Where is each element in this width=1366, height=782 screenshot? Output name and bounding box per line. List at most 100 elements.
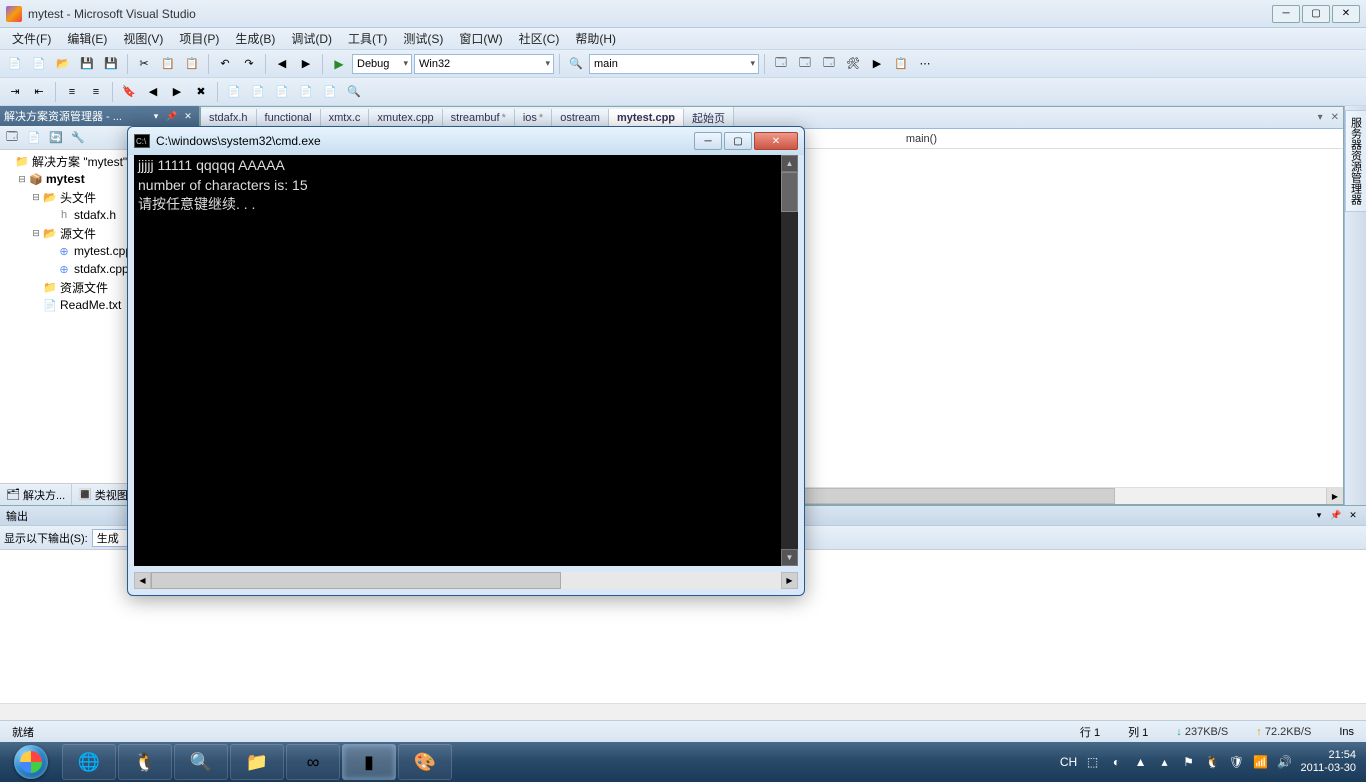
comment-button[interactable]: ≡ (61, 81, 83, 103)
tab-solution-explorer[interactable]: 🗂解决方... (0, 484, 72, 505)
tb2-icon-6[interactable]: 🔍 (343, 81, 365, 103)
menu-file[interactable]: 文件(F) (4, 28, 59, 49)
tray-clock[interactable]: 21:54 2011-03-30 (1301, 749, 1356, 775)
find-dropdown[interactable]: main (589, 54, 759, 74)
cut-button[interactable]: ✂ (133, 53, 155, 75)
tab-functional[interactable]: functional (257, 109, 321, 127)
bookmark-prev-button[interactable]: ◀ (142, 81, 164, 103)
se-tb-refresh[interactable]: 🔄 (46, 128, 66, 148)
panel-close-icon[interactable]: ✕ (181, 109, 195, 123)
bookmark-button[interactable]: 🔖 (118, 81, 140, 103)
scroll-up-icon[interactable]: ▲ (781, 155, 798, 172)
new-project-button[interactable]: 📄 (4, 53, 26, 75)
tb2-icon-2[interactable]: 📄 (247, 81, 269, 103)
tab-server-explorer[interactable]: 服务器资源管理器 (1345, 110, 1366, 212)
output-dropdown-icon[interactable]: ▾ (1312, 509, 1326, 523)
se-tb-2[interactable]: 📄 (24, 128, 44, 148)
tb-icon-1[interactable]: 🗔 (770, 53, 792, 75)
cmd-minimize-button[interactable]: ─ (694, 132, 722, 150)
tab-mytest-cpp[interactable]: mytest.cpp (609, 109, 684, 128)
tb2-icon-4[interactable]: 📄 (295, 81, 317, 103)
tb-icon-6[interactable]: 📋 (890, 53, 912, 75)
copy-button[interactable]: 📋 (157, 53, 179, 75)
tb-icon-5[interactable]: ▶ (866, 53, 888, 75)
tab-xmutex-cpp[interactable]: xmutex.cpp (369, 109, 442, 127)
taskbar-explorer-button[interactable]: 🔍 (174, 744, 228, 780)
tab-streambuf[interactable]: streambuf* (443, 109, 515, 127)
se-tb-properties[interactable]: 🔧 (68, 128, 88, 148)
add-item-button[interactable]: 📄 (28, 53, 50, 75)
tab-xmtx-c[interactable]: xmtx.c (321, 109, 370, 127)
panel-pin-icon[interactable]: 📌 (165, 109, 179, 123)
indent-button[interactable]: ⇥ (4, 81, 26, 103)
scrollbar-thumb[interactable] (151, 572, 561, 589)
output-close-icon[interactable]: ✕ (1346, 509, 1360, 523)
bookmark-clear-button[interactable]: ✖ (190, 81, 212, 103)
outdent-button[interactable]: ⇤ (28, 81, 50, 103)
tab-ostream[interactable]: ostream (552, 109, 609, 127)
tb-icon-2[interactable]: 🗔 (794, 53, 816, 75)
scroll-down-icon[interactable]: ▼ (781, 549, 798, 566)
cmd-titlebar[interactable]: C:\ C:\windows\system32\cmd.exe ─ ▢ ✕ (128, 127, 804, 155)
tb-icon-3[interactable]: 🗔 (818, 53, 840, 75)
close-button[interactable]: ✕ (1332, 5, 1360, 23)
tb2-icon-5[interactable]: 📄 (319, 81, 341, 103)
tb2-icon-3[interactable]: 📄 (271, 81, 293, 103)
scroll-right-icon[interactable]: ▶ (781, 572, 798, 589)
menu-project[interactable]: 项目(P) (171, 28, 227, 49)
platform-dropdown[interactable]: Win32 (414, 54, 554, 74)
find-icon[interactable]: 🔍 (565, 53, 587, 75)
tb-icon-7[interactable]: ⋯ (914, 53, 936, 75)
open-button[interactable]: 📂 (52, 53, 74, 75)
minimize-button[interactable]: ─ (1272, 5, 1300, 23)
cmd-close-button[interactable]: ✕ (754, 132, 798, 150)
menu-test[interactable]: 测试(S) (395, 28, 451, 49)
redo-button[interactable]: ↷ (238, 53, 260, 75)
menu-build[interactable]: 生成(B) (227, 28, 283, 49)
taskbar-vs-button[interactable]: ∞ (286, 744, 340, 780)
menu-view[interactable]: 视图(V) (115, 28, 171, 49)
cmd-vscrollbar[interactable]: ▲ ▼ (781, 155, 798, 566)
output-hscrollbar[interactable] (0, 703, 1366, 720)
menu-tools[interactable]: 工具(T) (340, 28, 395, 49)
panel-dropdown-icon[interactable]: ▾ (149, 109, 163, 123)
maximize-button[interactable]: ▢ (1302, 5, 1330, 23)
start-debug-button[interactable]: ▶ (328, 53, 350, 75)
config-dropdown[interactable]: Debug (352, 54, 412, 74)
tab-dropdown-icon[interactable]: ▾ (1314, 112, 1327, 123)
start-button[interactable] (4, 744, 58, 780)
save-button[interactable]: 💾 (76, 53, 98, 75)
taskbar-folder-button[interactable]: 📁 (230, 744, 284, 780)
cmd-maximize-button[interactable]: ▢ (724, 132, 752, 150)
taskbar-paint-button[interactable]: 🎨 (398, 744, 452, 780)
tab-ios[interactable]: ios* (515, 109, 552, 127)
scroll-left-icon[interactable]: ◀ (134, 572, 151, 589)
cmd-window[interactable]: C:\ C:\windows\system32\cmd.exe ─ ▢ ✕ jj… (127, 126, 805, 596)
uncomment-button[interactable]: ≡ (85, 81, 107, 103)
tab-close-icon[interactable]: ✕ (1327, 112, 1343, 123)
taskbar-cmd-button[interactable]: ▮ (342, 744, 396, 780)
menu-community[interactable]: 社区(C) (511, 28, 568, 49)
nav-fwd-button[interactable]: ▶ (295, 53, 317, 75)
tb2-icon-1[interactable]: 📄 (223, 81, 245, 103)
bookmark-next-button[interactable]: ▶ (166, 81, 188, 103)
se-tb-1[interactable]: 🗔 (2, 128, 22, 148)
menu-edit[interactable]: 编辑(E) (59, 28, 115, 49)
tab-stdafx-h[interactable]: stdafx.h (201, 109, 257, 127)
scrollbar-thumb[interactable] (781, 172, 798, 212)
menu-help[interactable]: 帮助(H) (567, 28, 624, 49)
undo-button[interactable]: ↶ (214, 53, 236, 75)
menu-debug[interactable]: 调试(D) (283, 28, 340, 49)
separator (322, 54, 323, 74)
nav-back-button[interactable]: ◀ (271, 53, 293, 75)
cmd-hscrollbar[interactable]: ◀ ▶ (134, 572, 798, 589)
taskbar-ie-button[interactable]: 🌐 (62, 744, 116, 780)
tab-class-view[interactable]: 🔳类视图 (72, 484, 135, 505)
menu-window[interactable]: 窗口(W) (451, 28, 510, 49)
scroll-right-icon[interactable]: ▶ (1326, 488, 1343, 504)
save-all-button[interactable]: 💾 (100, 53, 122, 75)
output-pin-icon[interactable]: 📌 (1329, 509, 1343, 523)
taskbar-qq-button[interactable]: 🐧 (118, 744, 172, 780)
tb-icon-4[interactable]: 🛠 (842, 53, 864, 75)
paste-button[interactable]: 📋 (181, 53, 203, 75)
